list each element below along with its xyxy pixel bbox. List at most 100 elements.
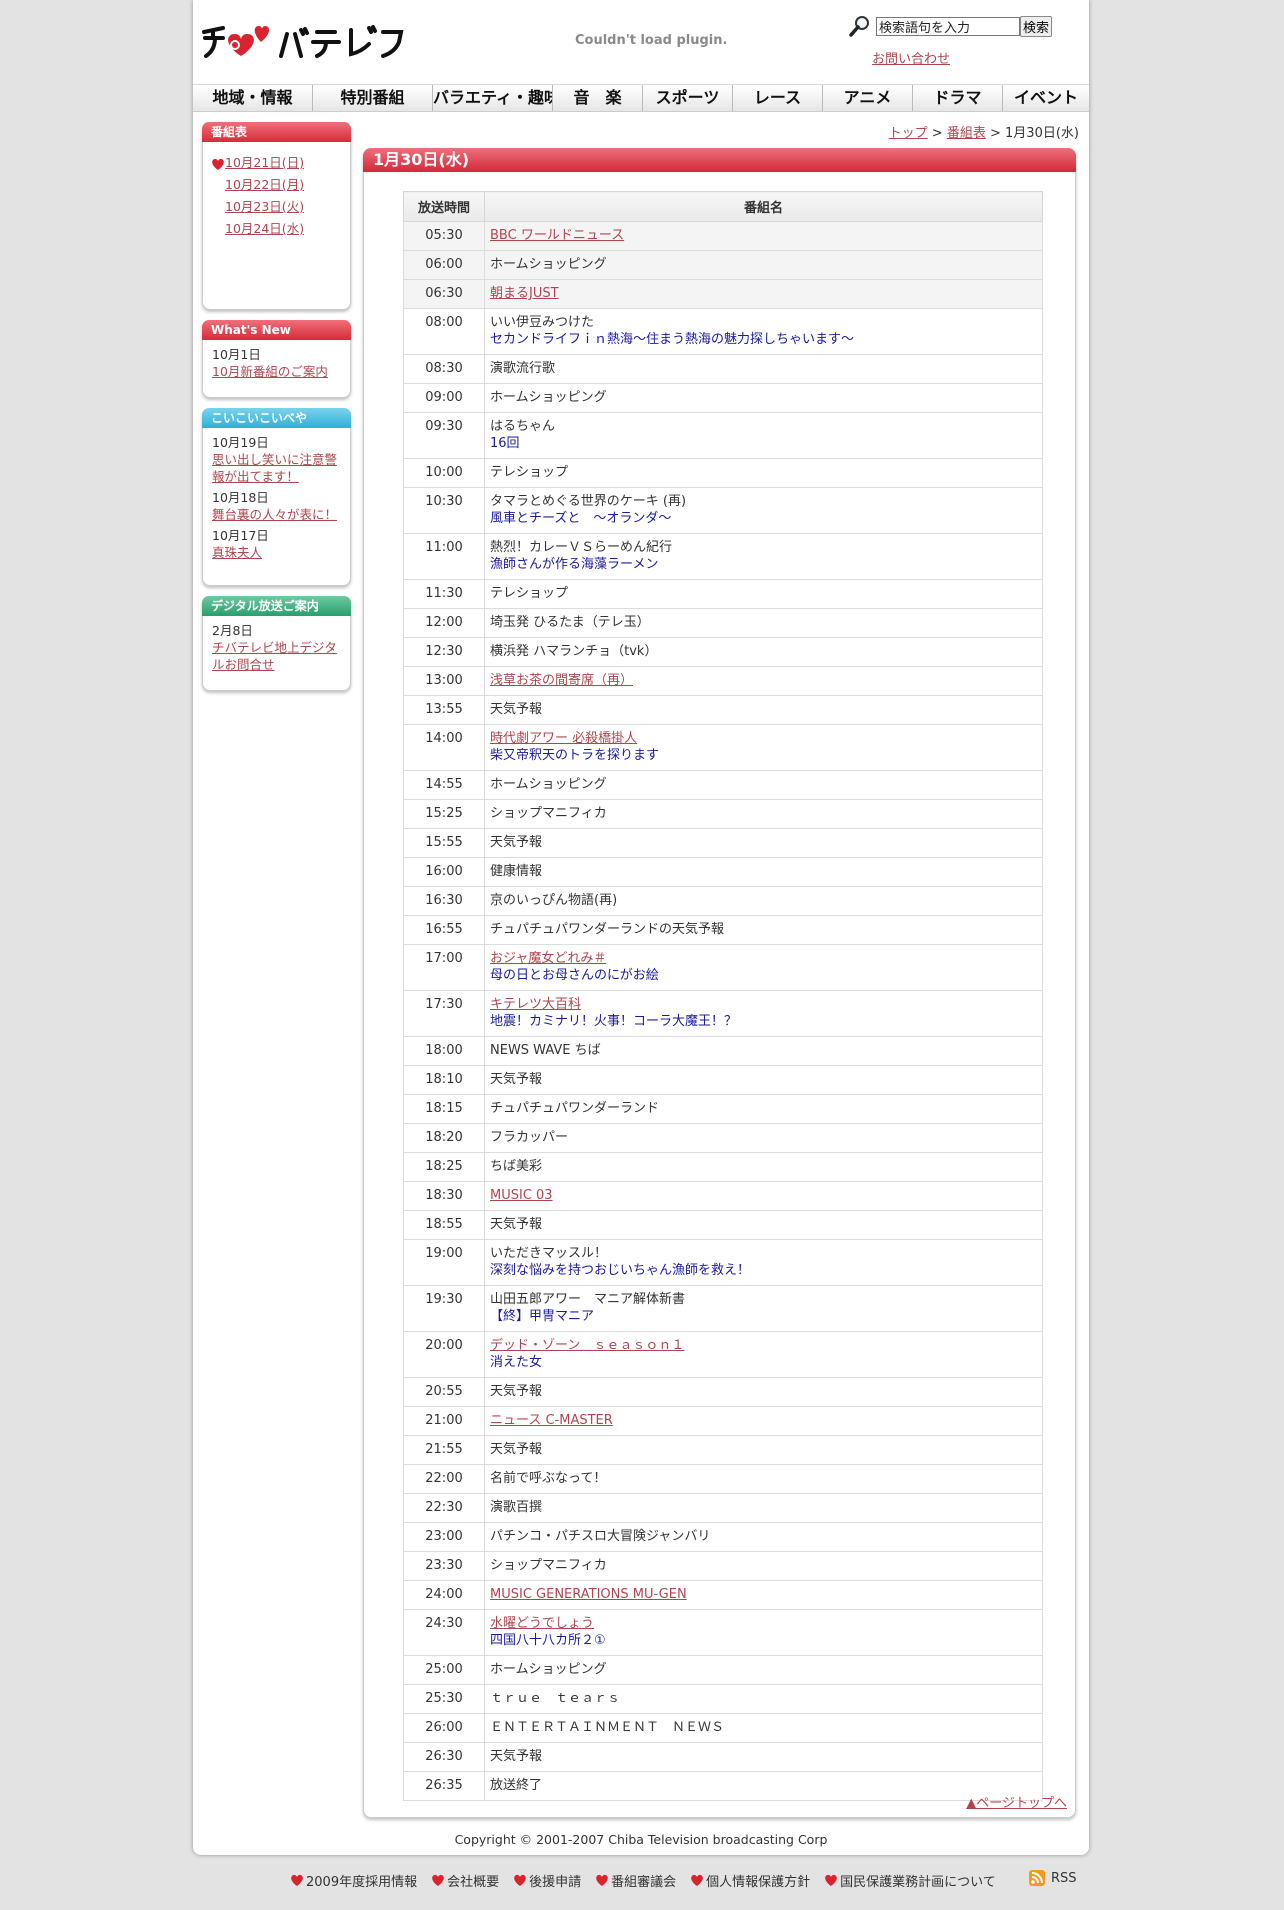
table-row: 14:00 時代劇アワー 必殺橋掛人 柴又帝釈天のトラを探ります: [403, 724, 1043, 771]
entry-link[interactable]: チバテレビ地上デジタルお問合せ: [212, 639, 341, 673]
table-row: 20:55 天気予報: [403, 1377, 1043, 1407]
contact-link[interactable]: お問い合わせ: [872, 48, 950, 67]
program-cell: 天気予報: [484, 695, 1043, 725]
page-top-link[interactable]: ▲ページトップへ: [966, 1792, 1067, 1811]
table-row: 15:25 ショップマニフィカ: [403, 799, 1043, 829]
program-title-link[interactable]: MUSIC 03: [490, 1187, 553, 1204]
program-title-link[interactable]: 水曜どうでしょう: [490, 1615, 594, 1632]
broadcast-time: 21:55: [403, 1435, 485, 1465]
program-title: はるちゃん: [490, 419, 556, 434]
broadcast-time: 16:30: [403, 886, 485, 916]
page-container: Couldn't load plugin. 検索 お問い合わせ 地域・情報特別番…: [193, 0, 1089, 1855]
nav-item[interactable]: レース: [733, 85, 823, 111]
entry-link[interactable]: 真珠夫人: [212, 544, 341, 561]
program-subtitle: 母の日とお母さんのにがお絵: [490, 968, 659, 983]
program-title: 京のいっぴん物語(再): [490, 893, 618, 908]
footer-link[interactable]: 個人情報保護方針: [690, 1870, 810, 1890]
program-title-link[interactable]: BBC ワールドニュース: [490, 227, 624, 244]
footer-link[interactable]: 会社概要: [431, 1870, 499, 1890]
program-title: パチンコ・パチスロ大冒険ジャンバリ: [490, 1529, 711, 1544]
broadcast-time: 21:00: [403, 1406, 485, 1436]
program-title-link[interactable]: おジャ魔女どれみ＃: [490, 950, 606, 967]
program-title: 天気予報: [490, 702, 543, 717]
program-title: ショップマニフィカ: [490, 806, 607, 821]
table-row: 08:00 いい伊豆みつけた セカンドライフｉｎ熱海～住まう熱海の魅力探しちゃいます…: [403, 308, 1043, 355]
table-row: 22:00 名前で呼ぶなって！: [403, 1464, 1043, 1494]
broadcast-time: 16:00: [403, 857, 485, 887]
footer-links: 2009年度採用情報 会社概要 後援申請 番組審議会 個人情報保護方針 国民保護業務計画に…: [290, 1870, 1010, 1890]
search-button[interactable]: 検索: [1020, 16, 1053, 37]
broadcast-time: 18:25: [403, 1152, 485, 1182]
program-title: 天気予報: [490, 1442, 543, 1457]
program-title: NEWS WAVE ちば: [490, 1043, 601, 1058]
program-cell: 朝まるJUST: [484, 279, 1043, 309]
program-title: ホームショッピング: [490, 777, 607, 792]
broadcast-time: 26:30: [403, 1742, 485, 1772]
schedule-day[interactable]: 10月22日(月): [203, 174, 350, 196]
program-title-link[interactable]: 浅草お茶の間寄席（再）: [490, 672, 633, 689]
program-title-link[interactable]: 朝まるJUST: [490, 285, 559, 302]
nav-item[interactable]: 特別番組: [313, 85, 433, 111]
program-cell: NEWS WAVE ちば: [484, 1036, 1043, 1066]
program-cell: 天気予報: [484, 1435, 1043, 1465]
heart-icon: [825, 1874, 837, 1886]
program-subtitle: 地震！カミナリ！火事！コーラ大魔王！？: [490, 1014, 738, 1029]
nav-item[interactable]: イベント: [1003, 85, 1089, 111]
footer-link[interactable]: 番組審議会: [595, 1870, 676, 1890]
program-title-link[interactable]: デッド・ゾーン ｓｅａｓｏｎ１: [490, 1337, 684, 1354]
table-row: 23:30 ショップマニフィカ: [403, 1551, 1043, 1581]
breadcrumb-schedule-link[interactable]: 番組表: [947, 126, 986, 141]
nav-item[interactable]: バラエティ・趣味: [433, 85, 553, 111]
footer-link[interactable]: 国民保護業務計画について: [824, 1870, 996, 1890]
table-row: 24:00 MUSIC GENERATIONS MU-GEN: [403, 1580, 1043, 1610]
footer-link[interactable]: 2009年度採用情報: [290, 1870, 417, 1890]
entry-link[interactable]: 舞台裏の人々が表に！: [212, 506, 341, 523]
rss-link[interactable]: RSS: [1029, 1870, 1077, 1886]
table-row: 11:30 テレショップ: [403, 579, 1043, 609]
broadcast-time: 15:55: [403, 828, 485, 858]
table-row: 16:55 チュパチュパワンダーランドの天気予報: [403, 915, 1043, 945]
program-cell: 天気予報: [484, 1742, 1043, 1772]
schedule-day[interactable]: 10月21日(日): [203, 152, 350, 174]
program-cell: 横浜発 ハマランチョ（tvk）: [484, 637, 1043, 667]
program-title: ホームショッピング: [490, 390, 607, 405]
program-cell: BBC ワールドニュース: [484, 221, 1043, 251]
table-row: 09:30 はるちゃん 16回: [403, 412, 1043, 459]
table-row: 13:00 浅草お茶の間寄席（再）: [403, 666, 1043, 696]
nav-item[interactable]: 地域・情報: [193, 85, 313, 111]
schedule-day[interactable]: 10月23日(火): [203, 196, 350, 218]
broadcast-time: 06:30: [403, 279, 485, 309]
nav-item[interactable]: ドラマ: [913, 85, 1003, 111]
chiba-tv-logo[interactable]: [201, 18, 431, 60]
nav-item[interactable]: スポーツ: [643, 85, 733, 111]
schedule-day[interactable]: 10月24日(水): [203, 218, 350, 240]
entry-link[interactable]: 思い出し笑いに注意警報が出てます！: [212, 451, 341, 485]
broadcast-time: 20:55: [403, 1377, 485, 1407]
program-subtitle: 16回: [490, 436, 520, 451]
broadcast-time: 11:30: [403, 579, 485, 609]
table-row: 19:30 山田五郎アワー マニア解体新書 【終】甲冑マニア: [403, 1285, 1043, 1332]
date-title: 1月30日(水): [363, 148, 1076, 172]
program-title: ホームショッピング: [490, 257, 607, 272]
table-row: 16:30 京のいっぴん物語(再): [403, 886, 1043, 916]
nav-item[interactable]: アニメ: [823, 85, 913, 111]
broadcast-time: 18:55: [403, 1210, 485, 1240]
program-title-link[interactable]: キテレツ大百科: [490, 996, 581, 1013]
broadcast-time: 13:55: [403, 695, 485, 725]
program-cell: 放送終了: [484, 1771, 1043, 1801]
table-row: 26:00 ＥＮＴＥＲＴＡＩＮＭＥＮＴ ＮＥＷＳ: [403, 1713, 1043, 1743]
program-title-link[interactable]: MUSIC GENERATIONS MU-GEN: [490, 1586, 687, 1603]
program-title-link[interactable]: ニュース C-MASTER: [490, 1412, 613, 1429]
broadcast-time: 25:00: [403, 1655, 485, 1685]
table-row: 22:30 演歌百撰: [403, 1493, 1043, 1523]
news-link[interactable]: 10月新番組のご案内: [212, 363, 341, 380]
program-title-link[interactable]: 時代劇アワー 必殺橋掛人: [490, 730, 637, 747]
program-title: 天気予報: [490, 1072, 543, 1087]
broadcast-time: 14:00: [403, 724, 485, 771]
nav-item[interactable]: 音 楽: [553, 85, 643, 111]
rss-icon: [1029, 1870, 1045, 1886]
broadcast-time: 14:55: [403, 770, 485, 800]
breadcrumb-top-link[interactable]: トップ: [889, 126, 928, 141]
search-input[interactable]: [876, 17, 1020, 36]
footer-link[interactable]: 後援申請: [513, 1870, 581, 1890]
